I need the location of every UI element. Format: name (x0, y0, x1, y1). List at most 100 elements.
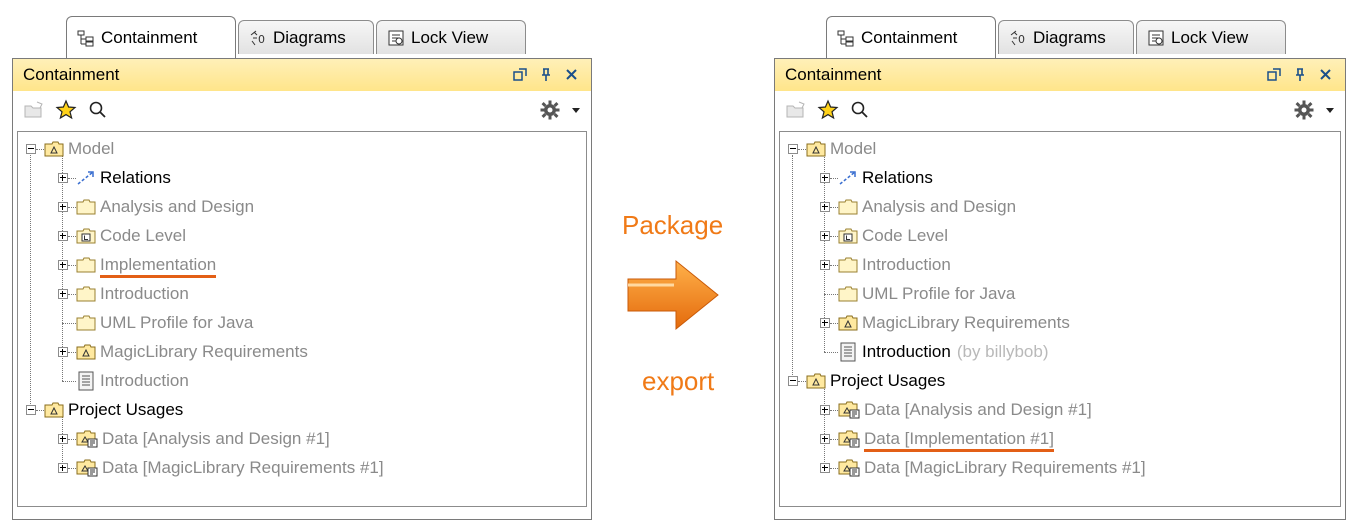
expand-icon[interactable] (58, 288, 68, 299)
open-folder-icon[interactable] (783, 97, 809, 123)
tree-connector (830, 467, 838, 469)
tree-node[interactable]: Introduction (by billybob) (838, 337, 1049, 366)
dropdown-arrow-icon[interactable] (1323, 97, 1337, 123)
tab-label: Diagrams (1033, 27, 1106, 47)
code-level-folder-icon (76, 228, 96, 244)
expand-icon[interactable] (820, 404, 830, 415)
expand-icon[interactable] (820, 317, 830, 328)
tab-diagrams[interactable]: 0 Diagrams (998, 20, 1134, 54)
tree-node-label: Relations (862, 167, 933, 187)
tree-node-label: Introduction (100, 370, 189, 390)
used-project-package-icon (838, 430, 860, 448)
containment-panel: Containment Model Relations Analysis and… (774, 58, 1346, 520)
expand-icon[interactable] (820, 230, 830, 241)
expand-icon[interactable] (58, 462, 68, 473)
tree-node[interactable]: UML Profile for Java (838, 279, 1015, 308)
right-arrow-icon (627, 259, 719, 331)
tab-label: Containment (861, 27, 958, 47)
pin-icon[interactable] (1291, 66, 1309, 84)
tree-node-label: Analysis and Design (100, 196, 255, 216)
collapse-icon[interactable] (788, 375, 798, 386)
tree-node[interactable]: Relations (76, 163, 171, 192)
tree-node[interactable]: UML Profile for Java (76, 308, 253, 337)
used-project-package-icon (838, 401, 860, 419)
arrow-top-text: Package (622, 210, 724, 240)
model-package-icon (44, 402, 64, 418)
tree-connector (62, 322, 76, 324)
folder-icon (76, 286, 96, 302)
gear-icon[interactable] (537, 97, 563, 123)
expand-icon[interactable] (820, 172, 830, 183)
tree-node[interactable]: Data [Analysis and Design #1] (838, 395, 1092, 424)
tree-node[interactable]: Data [MagicLibrary Requirements #1] (838, 453, 1146, 482)
expand-icon[interactable] (58, 172, 68, 183)
lock-view-tab-icon (1147, 29, 1165, 47)
pin-icon[interactable] (537, 66, 555, 84)
expand-icon[interactable] (58, 230, 68, 241)
tree-node[interactable]: Project Usages (44, 395, 183, 424)
favorite-star-icon[interactable] (815, 97, 841, 123)
restore-icon[interactable] (511, 66, 529, 84)
diagrams-tab-icon: 0 (1009, 29, 1027, 47)
tab-lock-view[interactable]: Lock View (1136, 20, 1286, 54)
tree-node[interactable]: Introduction (838, 250, 951, 279)
tree-node[interactable]: Project Usages (806, 366, 945, 395)
expand-icon[interactable] (58, 201, 68, 212)
tree-node[interactable]: Model (44, 134, 114, 163)
favorite-star-icon[interactable] (53, 97, 79, 123)
expand-icon[interactable] (820, 259, 830, 270)
tree-node[interactable]: Relations (838, 163, 933, 192)
expand-icon[interactable] (58, 346, 68, 357)
model-package-icon (806, 141, 826, 157)
tree-node-label: Data [MagicLibrary Requirements #1] (102, 457, 384, 477)
tree-node[interactable]: Analysis and Design (76, 192, 254, 221)
model-package-icon (44, 141, 64, 157)
tab-containment[interactable]: Containment (66, 16, 236, 58)
diagrams-tab-icon: 0 (249, 29, 267, 47)
collapse-icon[interactable] (788, 143, 798, 154)
gear-icon[interactable] (1291, 97, 1317, 123)
restore-icon[interactable] (1265, 66, 1283, 84)
tree-node[interactable]: Data [MagicLibrary Requirements #1] (76, 453, 384, 482)
dropdown-arrow-icon[interactable] (569, 97, 583, 123)
tree-node-label: Model (68, 138, 115, 158)
tree-connector (824, 351, 838, 353)
tree-connector (68, 206, 76, 208)
tree-connector (68, 235, 76, 237)
tab-strip: Containment 0 Diagrams Lock View (6, 10, 592, 60)
tree-node-label: MagicLibrary Requirements (862, 312, 1070, 332)
tree-connector (798, 148, 806, 150)
collapse-icon[interactable] (26, 404, 36, 415)
tree-root-guide-line (792, 154, 793, 375)
containment-browser-after: Containment 0 Diagrams Lock View Contain… (768, 0, 1346, 523)
tab-diagrams[interactable]: 0 Diagrams (238, 20, 374, 54)
expand-icon[interactable] (820, 201, 830, 212)
search-icon[interactable] (85, 97, 111, 123)
tree-node[interactable]: Model (806, 134, 876, 163)
folder-icon (76, 257, 96, 273)
tree-node[interactable]: Code Level (838, 221, 948, 250)
open-folder-icon[interactable] (21, 97, 47, 123)
tree-node[interactable]: Introduction (76, 279, 189, 308)
tree-node[interactable]: Code Level (76, 221, 186, 250)
tab-lock-view[interactable]: Lock View (376, 20, 526, 54)
relations-icon (838, 170, 858, 186)
tree-node[interactable]: MagicLibrary Requirements (838, 308, 1070, 337)
close-icon[interactable] (1317, 66, 1335, 84)
tab-containment[interactable]: Containment (826, 16, 996, 58)
tree-node[interactable]: MagicLibrary Requirements (76, 337, 308, 366)
collapse-icon[interactable] (26, 143, 36, 154)
tree-connector (36, 148, 44, 150)
tree-node[interactable]: Analysis and Design (838, 192, 1016, 221)
expand-icon[interactable] (820, 433, 830, 444)
expand-icon[interactable] (820, 462, 830, 473)
expand-icon[interactable] (58, 433, 68, 444)
tree-node-label: Introduction (100, 283, 189, 303)
used-project-package-icon (76, 459, 98, 477)
tree-node[interactable]: Introduction (76, 366, 189, 395)
close-icon[interactable] (563, 66, 581, 84)
tree-node-label: Relations (100, 167, 171, 187)
search-icon[interactable] (847, 97, 873, 123)
tree-node[interactable]: Data [Analysis and Design #1] (76, 424, 330, 453)
expand-icon[interactable] (58, 259, 68, 270)
